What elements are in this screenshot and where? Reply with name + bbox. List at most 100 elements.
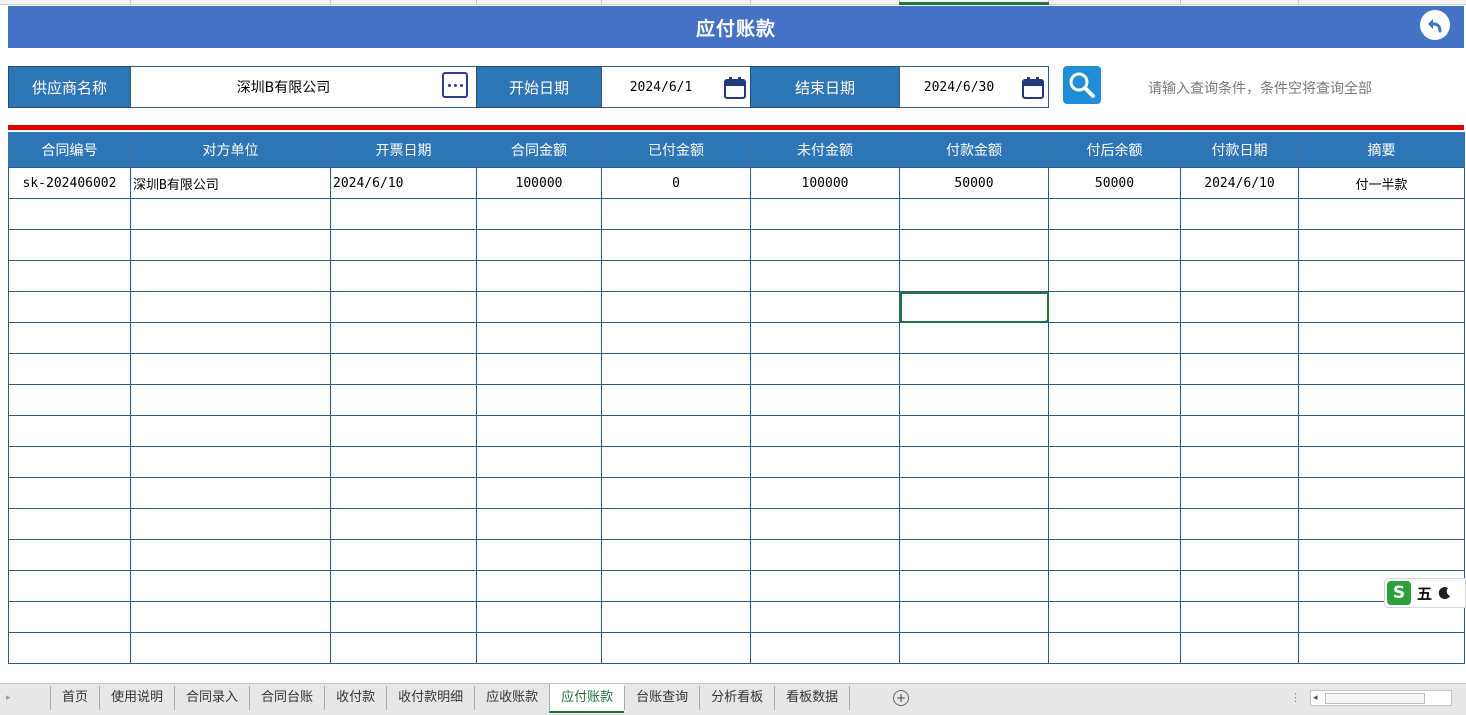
table-cell[interactable] — [750, 446, 900, 478]
table-cell[interactable]: 深圳B有限公司 — [130, 167, 331, 199]
table-cell[interactable] — [1048, 446, 1181, 478]
table-cell[interactable] — [899, 353, 1049, 385]
table-cell[interactable] — [1048, 229, 1181, 261]
table-cell[interactable] — [130, 632, 331, 664]
table-cell[interactable] — [330, 446, 477, 478]
table-cell[interactable] — [476, 632, 602, 664]
table-cell[interactable] — [601, 229, 751, 261]
table-cell[interactable] — [8, 384, 131, 416]
table-cell[interactable] — [750, 260, 900, 292]
table-cell[interactable] — [330, 508, 477, 540]
table-cell[interactable] — [899, 446, 1049, 478]
table-cell[interactable] — [601, 260, 751, 292]
table-cell[interactable] — [601, 353, 751, 385]
table-cell[interactable] — [750, 384, 900, 416]
sheet-tab[interactable]: 收付款明细 — [386, 686, 474, 710]
ime-toolbar[interactable]: S 五 — [1384, 578, 1466, 608]
table-cell[interactable] — [1298, 477, 1465, 509]
table-cell[interactable] — [1298, 539, 1465, 571]
end-date-field[interactable]: 2024/6/30 — [899, 66, 1049, 108]
table-cell[interactable] — [1298, 322, 1465, 354]
table-cell[interactable] — [8, 322, 131, 354]
sheet-tab[interactable]: 收付款 — [324, 686, 386, 710]
table-cell[interactable]: 50000 — [899, 167, 1049, 199]
table-cell[interactable] — [899, 632, 1049, 664]
table-cell[interactable] — [8, 539, 131, 571]
table-cell[interactable] — [476, 570, 602, 602]
table-cell[interactable] — [330, 570, 477, 602]
table-cell[interactable] — [130, 446, 331, 478]
table-cell[interactable] — [130, 198, 331, 230]
table-cell[interactable] — [330, 229, 477, 261]
table-cell[interactable] — [1298, 384, 1465, 416]
table-cell[interactable]: 2024/6/10 — [1180, 167, 1299, 199]
table-cell[interactable] — [8, 570, 131, 602]
table-cell[interactable] — [899, 260, 1049, 292]
table-cell[interactable] — [1180, 632, 1299, 664]
sheet-tab[interactable]: 首页 — [50, 686, 99, 710]
table-cell[interactable] — [1180, 291, 1299, 323]
table-cell[interactable] — [601, 632, 751, 664]
table-cell[interactable] — [8, 291, 131, 323]
table-cell[interactable] — [1048, 632, 1181, 664]
table-cell[interactable] — [330, 632, 477, 664]
table-cell[interactable] — [750, 291, 900, 323]
table-cell[interactable] — [1048, 477, 1181, 509]
table-cell[interactable] — [1180, 508, 1299, 540]
table-cell[interactable] — [476, 353, 602, 385]
table-cell[interactable] — [601, 570, 751, 602]
table-cell[interactable] — [1048, 415, 1181, 447]
table-cell[interactable] — [1180, 415, 1299, 447]
table-cell[interactable] — [1048, 508, 1181, 540]
table-cell[interactable] — [476, 291, 602, 323]
table-cell[interactable] — [1180, 198, 1299, 230]
table-cell[interactable] — [1180, 229, 1299, 261]
calendar-icon[interactable] — [1022, 77, 1044, 99]
table-cell[interactable] — [601, 539, 751, 571]
ime-mode-label[interactable]: 五 — [1417, 583, 1432, 604]
sheet-tab[interactable]: 分析看板 — [699, 686, 774, 710]
table-cell[interactable]: 付一半款 — [1298, 167, 1465, 199]
table-cell[interactable] — [330, 291, 477, 323]
table-cell[interactable] — [130, 260, 331, 292]
splitter-handle[interactable]: ⋮ — [1290, 691, 1301, 704]
table-cell[interactable] — [899, 229, 1049, 261]
table-cell[interactable] — [330, 415, 477, 447]
table-cell[interactable] — [899, 601, 1049, 633]
back-button[interactable] — [1420, 10, 1450, 40]
table-cell[interactable] — [476, 539, 602, 571]
ime-logo-icon[interactable]: S — [1387, 581, 1411, 605]
tab-scroll-left-icon[interactable]: ▸ — [6, 693, 11, 703]
table-cell[interactable] — [1180, 601, 1299, 633]
table-cell[interactable] — [1298, 260, 1465, 292]
table-cell[interactable] — [476, 322, 602, 354]
table-cell[interactable] — [1298, 446, 1465, 478]
table-cell[interactable] — [1298, 508, 1465, 540]
table-cell[interactable]: sk-202406002 — [8, 167, 131, 199]
moon-icon[interactable] — [1438, 586, 1452, 600]
table-cell[interactable] — [1048, 198, 1181, 230]
table-cell[interactable] — [601, 198, 751, 230]
scroll-thumb[interactable] — [1325, 693, 1425, 704]
table-cell[interactable] — [1180, 539, 1299, 571]
supplier-field[interactable]: 深圳B有限公司 — [130, 66, 477, 108]
table-cell[interactable] — [476, 508, 602, 540]
table-cell[interactable] — [476, 384, 602, 416]
table-cell[interactable] — [476, 446, 602, 478]
table-cell[interactable] — [1298, 291, 1465, 323]
table-cell[interactable] — [1048, 291, 1181, 323]
table-cell[interactable] — [750, 570, 900, 602]
table-cell[interactable] — [750, 508, 900, 540]
table-cell[interactable] — [750, 198, 900, 230]
table-cell[interactable] — [476, 260, 602, 292]
table-cell[interactable] — [8, 198, 131, 230]
table-cell[interactable] — [1298, 198, 1465, 230]
table-cell[interactable] — [8, 601, 131, 633]
table-cell[interactable] — [601, 384, 751, 416]
table-cell[interactable] — [1298, 415, 1465, 447]
table-cell[interactable] — [1180, 570, 1299, 602]
table-cell[interactable] — [601, 322, 751, 354]
table-cell[interactable] — [130, 291, 331, 323]
table-cell[interactable]: 2024/6/10 — [330, 167, 477, 199]
table-cell[interactable] — [130, 384, 331, 416]
